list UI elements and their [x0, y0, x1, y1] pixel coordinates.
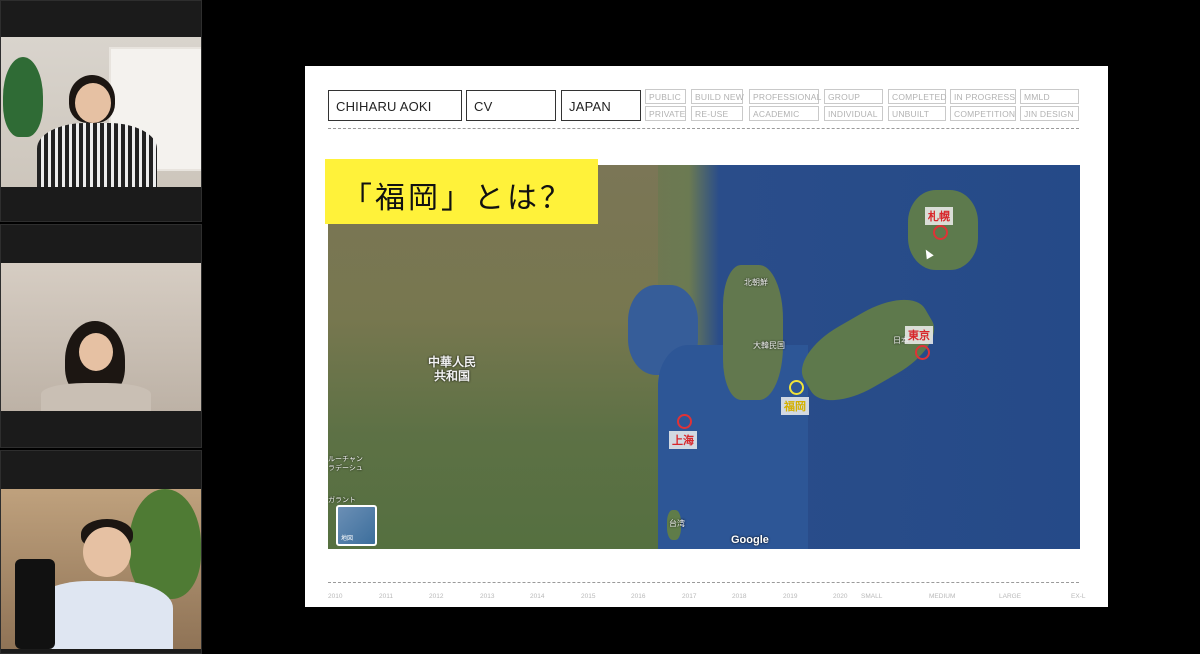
timeline-tick: 2012 — [429, 593, 444, 600]
header-divider — [328, 128, 1079, 129]
participant-video-1 — [1, 37, 201, 187]
timeline-tick: 2013 — [480, 593, 495, 600]
tag-unbuilt: UNBUILT — [888, 106, 946, 121]
label-china: 中華人民 共和国 — [428, 355, 477, 383]
label-north-korea: 北朝鮮 — [744, 278, 768, 287]
tag-professional: PROFESSIONAL — [749, 89, 821, 104]
tag-in-progress: IN PROGRESS — [950, 89, 1016, 104]
timeline-tick: 2014 — [530, 593, 545, 600]
label-fukuoka: 福岡 — [781, 397, 809, 415]
tag-jin-design: JIN DESIGN — [1020, 106, 1079, 121]
timeline-tick: LARGE — [999, 593, 1022, 600]
tag-academic: ACADEMIC — [749, 106, 819, 121]
participant-tile-2[interactable] — [0, 224, 202, 448]
label-tokyo: 東京 — [905, 326, 933, 344]
map-type-label: 地図 — [341, 535, 354, 542]
label-left-edge: ルーチャン ラデーシュ — [328, 455, 363, 472]
timeline-divider — [328, 582, 1079, 583]
timeline-tick: SMALL — [861, 593, 883, 600]
marker-shanghai — [677, 414, 692, 429]
shared-slide: CHIHARU AOKI CV JAPAN PUBLIC PRIVATE BUI… — [305, 66, 1108, 607]
label-taiwan: 台湾 — [669, 519, 685, 528]
slide-title-banner: 「福岡」とは？ — [325, 159, 598, 224]
participant-tile-1[interactable] — [0, 0, 202, 222]
timeline-tick: EX-L — [1071, 593, 1086, 600]
plant — [3, 57, 43, 137]
timeline-tick: 2010 — [328, 593, 343, 600]
timeline-tick: 2018 — [732, 593, 747, 600]
label-south-korea: 大韓民国 — [753, 341, 785, 350]
timeline-tick: 2015 — [581, 593, 596, 600]
tag-group: GROUP — [824, 89, 883, 104]
header-name-box: CHIHARU AOKI — [328, 90, 462, 121]
participant-video-2 — [1, 263, 201, 411]
label-shanghai: 上海 — [669, 431, 697, 449]
timeline-tick: 2011 — [379, 593, 393, 600]
marker-tokyo — [915, 345, 930, 360]
participant-tile-3[interactable] — [0, 450, 202, 654]
participant-face — [79, 333, 113, 371]
label-left-edge-2: ガラント — [328, 496, 356, 504]
participant-video-3 — [1, 489, 201, 649]
chair — [15, 559, 55, 649]
tag-reuse: RE-USE — [691, 106, 743, 121]
tag-individual: INDIVIDUAL — [824, 106, 883, 121]
timeline-tick: 2017 — [682, 593, 697, 600]
tag-competition: COMPETITION — [950, 106, 1016, 121]
participant-face — [83, 527, 131, 577]
tag-mmld: MMLD — [1020, 89, 1079, 104]
tag-private: PRIVATE — [645, 106, 686, 121]
participant-face — [75, 83, 111, 123]
header-country-box: JAPAN — [561, 90, 641, 121]
marker-fukuoka — [789, 380, 804, 395]
tag-public: PUBLIC — [645, 89, 686, 104]
label-sapporo: 札幌 — [925, 207, 953, 225]
google-attribution: Google — [731, 534, 769, 546]
map-type-thumbnail[interactable]: 地図 — [336, 505, 377, 546]
marker-sapporo — [933, 225, 948, 240]
timeline-tick: MEDIUM — [929, 593, 956, 600]
tag-completed: COMPLETED — [888, 89, 947, 104]
timeline-tick: 2019 — [783, 593, 798, 600]
timeline-tick: 2016 — [631, 593, 646, 600]
header-cv-box: CV — [466, 90, 556, 121]
timeline-tick: 2020 — [833, 593, 848, 600]
tag-build-new: BUILD NEW — [691, 89, 744, 104]
participant-body — [37, 123, 157, 187]
participant-body — [41, 383, 151, 411]
